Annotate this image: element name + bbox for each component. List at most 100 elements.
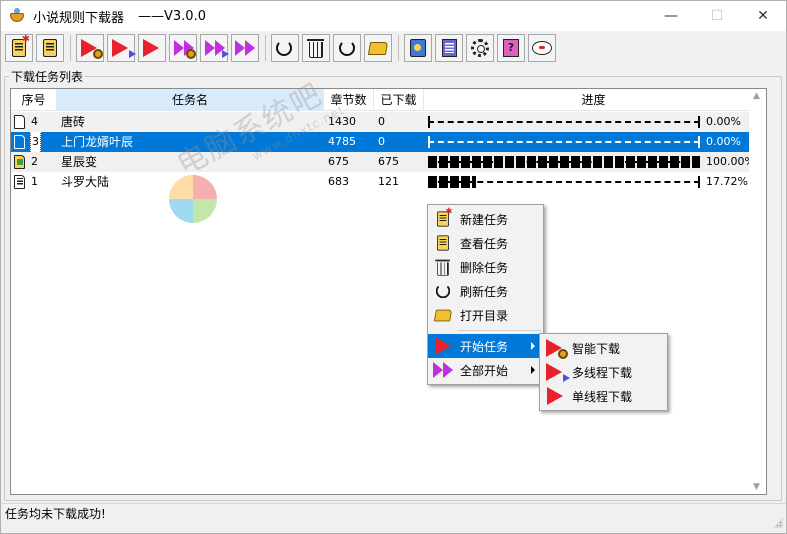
view-task-button[interactable] xyxy=(36,34,64,62)
title-bar[interactable]: 小说规则下载器 ——V3.0.0 — ☐ ✕ xyxy=(1,1,786,31)
toolbar-separator xyxy=(70,35,71,61)
app-window: 小说规则下载器 ——V3.0.0 — ☐ ✕ ✱ ? 下载任务列表 序号 任务名… xyxy=(0,0,787,534)
fast-forward-multi-icon xyxy=(205,39,229,58)
menu-item-view-task[interactable]: 查看任务 xyxy=(428,231,543,255)
row-index: 4 xyxy=(31,115,38,128)
status-text: 任务均未下载成功! xyxy=(5,507,106,521)
smart-download-button[interactable] xyxy=(76,34,104,62)
vertical-scrollbar[interactable]: ▲ ▼ xyxy=(749,89,766,494)
refresh-icon xyxy=(339,40,355,56)
window-version: ——V3.0.0 xyxy=(138,8,206,24)
status-bar: 任务均未下载成功! xyxy=(1,503,786,531)
document-icon xyxy=(14,115,25,129)
progress-bar xyxy=(428,136,700,148)
document-lines-icon xyxy=(14,175,25,189)
menu-item-label: 开始任务 xyxy=(460,339,509,354)
menu-item-delete-task[interactable]: 删除任务 xyxy=(428,255,543,279)
document-lines-icon xyxy=(437,235,449,251)
submenu-item-multi-thread-download[interactable]: 多线程下载 xyxy=(540,360,667,384)
submenu-arrow-icon xyxy=(531,342,535,350)
document-lines-icon xyxy=(43,39,57,57)
column-header-progress[interactable]: 进度 xyxy=(424,89,764,111)
row-chapters: 683 xyxy=(328,175,349,188)
toolbar-separator xyxy=(398,35,399,61)
start-all-multi-button[interactable] xyxy=(200,34,229,62)
row-downloaded: 0 xyxy=(378,115,385,128)
new-task-button[interactable]: ✱ xyxy=(5,34,33,62)
menu-item-label: 新建任务 xyxy=(460,212,509,227)
menu-item-open-directory[interactable]: 打开目录 xyxy=(428,303,543,327)
submenu-item-single-thread-download[interactable]: 单线程下载 xyxy=(540,384,667,408)
play-gear-icon xyxy=(81,39,103,59)
menu-item-start-all[interactable]: 全部开始 xyxy=(428,358,543,382)
list-header: 序号 任务名 章节数 已下载 进度 xyxy=(11,89,766,111)
delete-task-button[interactable] xyxy=(302,34,330,62)
table-row[interactable]: 4 唐砖 1430 0 0.00% xyxy=(11,112,766,132)
close-button[interactable]: ✕ xyxy=(740,1,786,31)
new-document-icon: ✱ xyxy=(12,35,30,57)
start-all-button[interactable] xyxy=(231,34,259,62)
bowl-icon xyxy=(9,8,25,24)
menu-item-label: 刷新任务 xyxy=(460,284,509,299)
settings-button[interactable] xyxy=(466,34,494,62)
open-directory-button[interactable] xyxy=(364,34,392,62)
submenu-arrow-icon xyxy=(531,366,535,374)
row-downloaded: 0 xyxy=(378,135,385,148)
log-button[interactable] xyxy=(435,34,463,62)
fast-forward-gear-icon xyxy=(174,39,196,59)
multi-thread-download-button[interactable] xyxy=(107,34,136,62)
folder-icon xyxy=(367,41,389,55)
row-downloaded: 675 xyxy=(378,155,399,168)
single-thread-download-button[interactable] xyxy=(138,34,166,62)
column-header-index[interactable]: 序号 xyxy=(11,89,57,111)
feedback-button[interactable] xyxy=(528,34,556,62)
trash-icon xyxy=(435,259,450,276)
row-index: 2 xyxy=(31,155,38,168)
help-icon: ? xyxy=(503,39,519,57)
context-menu: ✱ 新建任务 查看任务 删除任务 刷新任务 打开目录 开始任务 全部开始 xyxy=(427,204,544,385)
table-row[interactable]: 2 星辰变 675 675 100.00% xyxy=(11,152,766,172)
table-row[interactable]: 3 上门龙婿叶辰 4785 0 0.00% xyxy=(11,132,766,152)
stop-button[interactable] xyxy=(271,34,299,62)
completed-document-icon xyxy=(14,155,25,169)
folder-icon xyxy=(433,309,453,321)
notepad-icon xyxy=(441,39,457,57)
table-row[interactable]: 1 斗罗大陆 683 121 17.72% xyxy=(11,172,766,192)
menu-item-label: 多线程下载 xyxy=(572,365,633,380)
resize-grip-icon[interactable] xyxy=(773,518,783,528)
play-icon xyxy=(435,337,451,355)
chat-icon xyxy=(532,41,552,55)
refresh-task-button[interactable] xyxy=(333,34,361,62)
progress-bar xyxy=(428,176,700,188)
toolbar-separator xyxy=(265,35,266,61)
minimize-button[interactable]: — xyxy=(648,1,694,31)
maximize-button[interactable]: ☐ xyxy=(694,1,740,31)
play-icon xyxy=(547,387,563,405)
start-all-smart-button[interactable] xyxy=(169,34,197,62)
menu-item-label: 智能下载 xyxy=(572,341,621,356)
task-list-group-label: 下载任务列表 xyxy=(9,68,86,85)
column-header-downloaded[interactable]: 已下载 xyxy=(374,89,424,111)
submenu-item-smart-download[interactable]: 智能下载 xyxy=(540,336,667,360)
menu-item-new-task[interactable]: ✱ 新建任务 xyxy=(428,207,543,231)
menu-item-label: 删除任务 xyxy=(460,260,509,275)
row-chapters: 4785 xyxy=(328,135,356,148)
start-task-submenu: 智能下载 多线程下载 单线程下载 xyxy=(539,333,668,411)
menu-item-refresh-task[interactable]: 刷新任务 xyxy=(428,279,543,303)
play-icon xyxy=(143,39,161,57)
fast-forward-icon xyxy=(235,40,255,56)
menu-item-start-task[interactable]: 开始任务 xyxy=(428,334,543,358)
scroll-up-icon[interactable]: ▲ xyxy=(753,91,760,101)
trash-icon xyxy=(307,38,324,58)
rules-button[interactable] xyxy=(404,34,432,62)
task-list[interactable]: 序号 任务名 章节数 已下载 进度 4 唐砖 1430 0 0.00% 3 上门… xyxy=(10,88,767,495)
window-title: 小说规则下载器 xyxy=(33,10,125,26)
scroll-down-icon[interactable]: ▼ xyxy=(753,482,760,492)
help-button[interactable]: ? xyxy=(497,34,525,62)
row-chapters: 675 xyxy=(328,155,349,168)
row-index: 1 xyxy=(31,175,38,188)
play-multi-icon xyxy=(112,39,136,58)
menu-separator xyxy=(458,330,541,331)
progress-bar xyxy=(428,156,700,168)
refresh-icon xyxy=(435,283,451,299)
